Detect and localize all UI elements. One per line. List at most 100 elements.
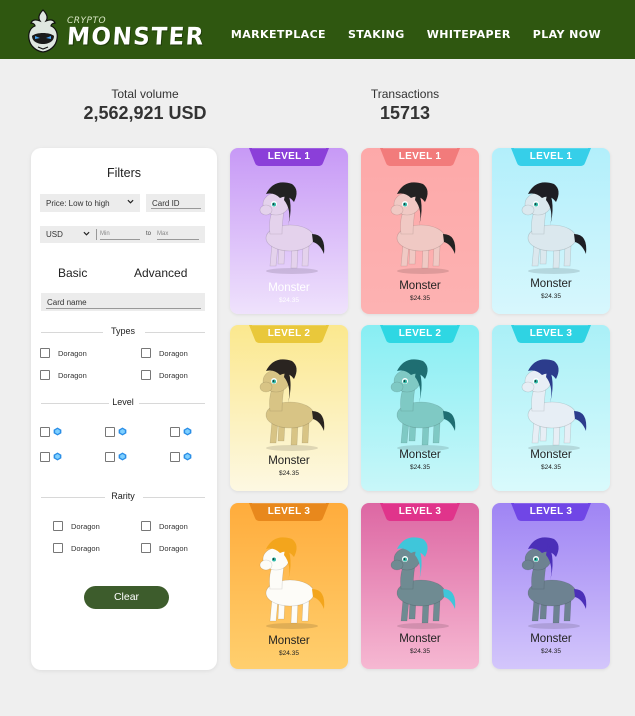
- level-badge: LEVEL 1: [380, 148, 460, 166]
- rarity-label: Doragon: [71, 544, 100, 553]
- rarity-label: Doragon: [71, 522, 100, 531]
- total-volume-stat: Total volume 2,562,921 USD: [80, 87, 210, 124]
- type-label: Doragon: [58, 371, 87, 380]
- card-price: $24.35: [279, 650, 299, 657]
- types-heading: Types: [41, 326, 205, 338]
- rarity-label: Doragon: [159, 544, 188, 553]
- card-id-input[interactable]: Card ID: [146, 194, 205, 212]
- nav-staking[interactable]: STAKING: [348, 28, 405, 41]
- monster-card[interactable]: LEVEL 1 Monster $24.35: [492, 148, 610, 314]
- card-price: $24.35: [410, 295, 430, 302]
- type-label: Doragon: [159, 371, 188, 380]
- level-checkbox[interactable]: [40, 427, 50, 437]
- card-id-placeholder: Card ID: [152, 198, 180, 208]
- level-heading: Level: [41, 397, 205, 409]
- main-nav: MARKETPLACE STAKING WHITEPAPER PLAY NOW: [231, 28, 601, 41]
- card-name: Monster: [399, 449, 441, 461]
- monster-mask-icon: [28, 9, 58, 53]
- rarity-heading: Rarity: [41, 491, 205, 503]
- level-badge-label: LEVEL 1: [529, 151, 573, 162]
- level-badge: LEVEL 1: [249, 148, 329, 166]
- min-price-input[interactable]: Min: [100, 231, 110, 237]
- level-badge: LEVEL 3: [249, 503, 329, 521]
- level-badge-label: LEVEL 1: [398, 151, 442, 162]
- card-price: $24.35: [541, 464, 561, 471]
- card-price: $24.35: [541, 648, 561, 655]
- rarity-checkbox[interactable]: [53, 543, 63, 553]
- rarity-checkbox[interactable]: [53, 521, 63, 531]
- gem-icon: [183, 452, 192, 461]
- type-label: Doragon: [159, 349, 188, 358]
- monster-pony-image: [244, 529, 334, 631]
- level-badge-label: LEVEL 2: [267, 328, 311, 339]
- monster-card[interactable]: LEVEL 3 Monster $24.35: [492, 325, 610, 491]
- logo-monster-text: MONSTER: [66, 23, 206, 51]
- level-checkbox[interactable]: [40, 452, 50, 462]
- rarity-checkbox[interactable]: [141, 543, 151, 553]
- monster-card[interactable]: LEVEL 1 Monster $24.35: [230, 148, 348, 314]
- card-price: $24.35: [541, 293, 561, 300]
- level-badge-label: LEVEL 3: [529, 506, 573, 517]
- monster-pony-image: [506, 174, 596, 276]
- level-badge: LEVEL 1: [511, 148, 591, 166]
- monster-pony-image: [375, 351, 465, 453]
- monster-card[interactable]: LEVEL 2 Monster $24.35: [361, 325, 479, 491]
- chevron-down-icon: [83, 230, 90, 237]
- tab-advanced[interactable]: Advanced: [134, 266, 187, 280]
- level-checkbox[interactable]: [105, 427, 115, 437]
- level-badge: LEVEL 3: [511, 325, 591, 343]
- monster-pony-image: [506, 529, 596, 631]
- card-name: Monster: [399, 633, 441, 645]
- gem-icon: [118, 427, 127, 436]
- monster-card[interactable]: LEVEL 3 Monster $24.35: [230, 503, 348, 669]
- card-name-input[interactable]: Card name: [41, 293, 205, 311]
- level-badge: LEVEL 2: [249, 325, 329, 343]
- top-navbar: CRYPTO MONSTER MARKETPLACE STAKING WHITE…: [0, 0, 635, 59]
- level-checkbox[interactable]: [105, 452, 115, 462]
- price-range: Min to Max: [96, 226, 205, 243]
- currency-select[interactable]: USD: [40, 226, 96, 243]
- type-checkbox[interactable]: [40, 348, 50, 358]
- card-name: Monster: [399, 280, 441, 292]
- nav-play-now[interactable]: PLAY NOW: [533, 28, 601, 41]
- gem-icon: [53, 427, 62, 436]
- logo[interactable]: CRYPTO MONSTER: [24, 8, 206, 54]
- card-name: Monster: [530, 633, 572, 645]
- level-badge-label: LEVEL 3: [267, 506, 311, 517]
- total-volume-value: 2,562,921 USD: [83, 103, 207, 123]
- clear-button[interactable]: Clear: [84, 586, 169, 609]
- monster-card[interactable]: LEVEL 1 Monster $24.35: [361, 148, 479, 314]
- max-price-input[interactable]: Max: [157, 231, 168, 237]
- gem-icon: [183, 427, 192, 436]
- card-name-placeholder: Card name: [47, 297, 87, 307]
- nav-marketplace[interactable]: MARKETPLACE: [231, 28, 326, 41]
- monster-card[interactable]: LEVEL 2 Monster $24.35: [230, 325, 348, 491]
- level-checkbox[interactable]: [170, 427, 180, 437]
- rarity-label: Doragon: [159, 522, 188, 531]
- monster-pony-image: [375, 529, 465, 631]
- rarity-checkbox[interactable]: [141, 521, 151, 531]
- card-name: Monster: [530, 278, 572, 290]
- type-checkbox[interactable]: [40, 370, 50, 380]
- level-badge: LEVEL 2: [380, 325, 460, 343]
- nav-whitepaper[interactable]: WHITEPAPER: [427, 28, 511, 41]
- card-price: $24.35: [279, 470, 299, 477]
- type-checkbox[interactable]: [141, 348, 151, 358]
- type-checkbox[interactable]: [141, 370, 151, 380]
- card-name: Monster: [268, 455, 310, 467]
- level-checkbox[interactable]: [170, 452, 180, 462]
- monster-pony-image: [506, 351, 596, 453]
- card-name: Monster: [268, 635, 310, 647]
- filters-panel: Filters Price: Low to high Card ID USD M…: [31, 148, 217, 670]
- transactions-value: 15713: [379, 103, 431, 123]
- filters-title: Filters: [106, 166, 142, 180]
- monster-card[interactable]: LEVEL 3 Monster $24.35: [361, 503, 479, 669]
- tab-basic[interactable]: Basic: [58, 266, 87, 280]
- gem-icon: [118, 452, 127, 461]
- level-badge-label: LEVEL 3: [398, 506, 442, 517]
- sort-select[interactable]: Price: Low to high: [40, 194, 140, 212]
- level-badge-label: LEVEL 1: [267, 151, 311, 162]
- level-badge-label: LEVEL 3: [529, 328, 573, 339]
- monster-card[interactable]: LEVEL 3 Monster $24.35: [492, 503, 610, 669]
- type-label: Doragon: [58, 349, 87, 358]
